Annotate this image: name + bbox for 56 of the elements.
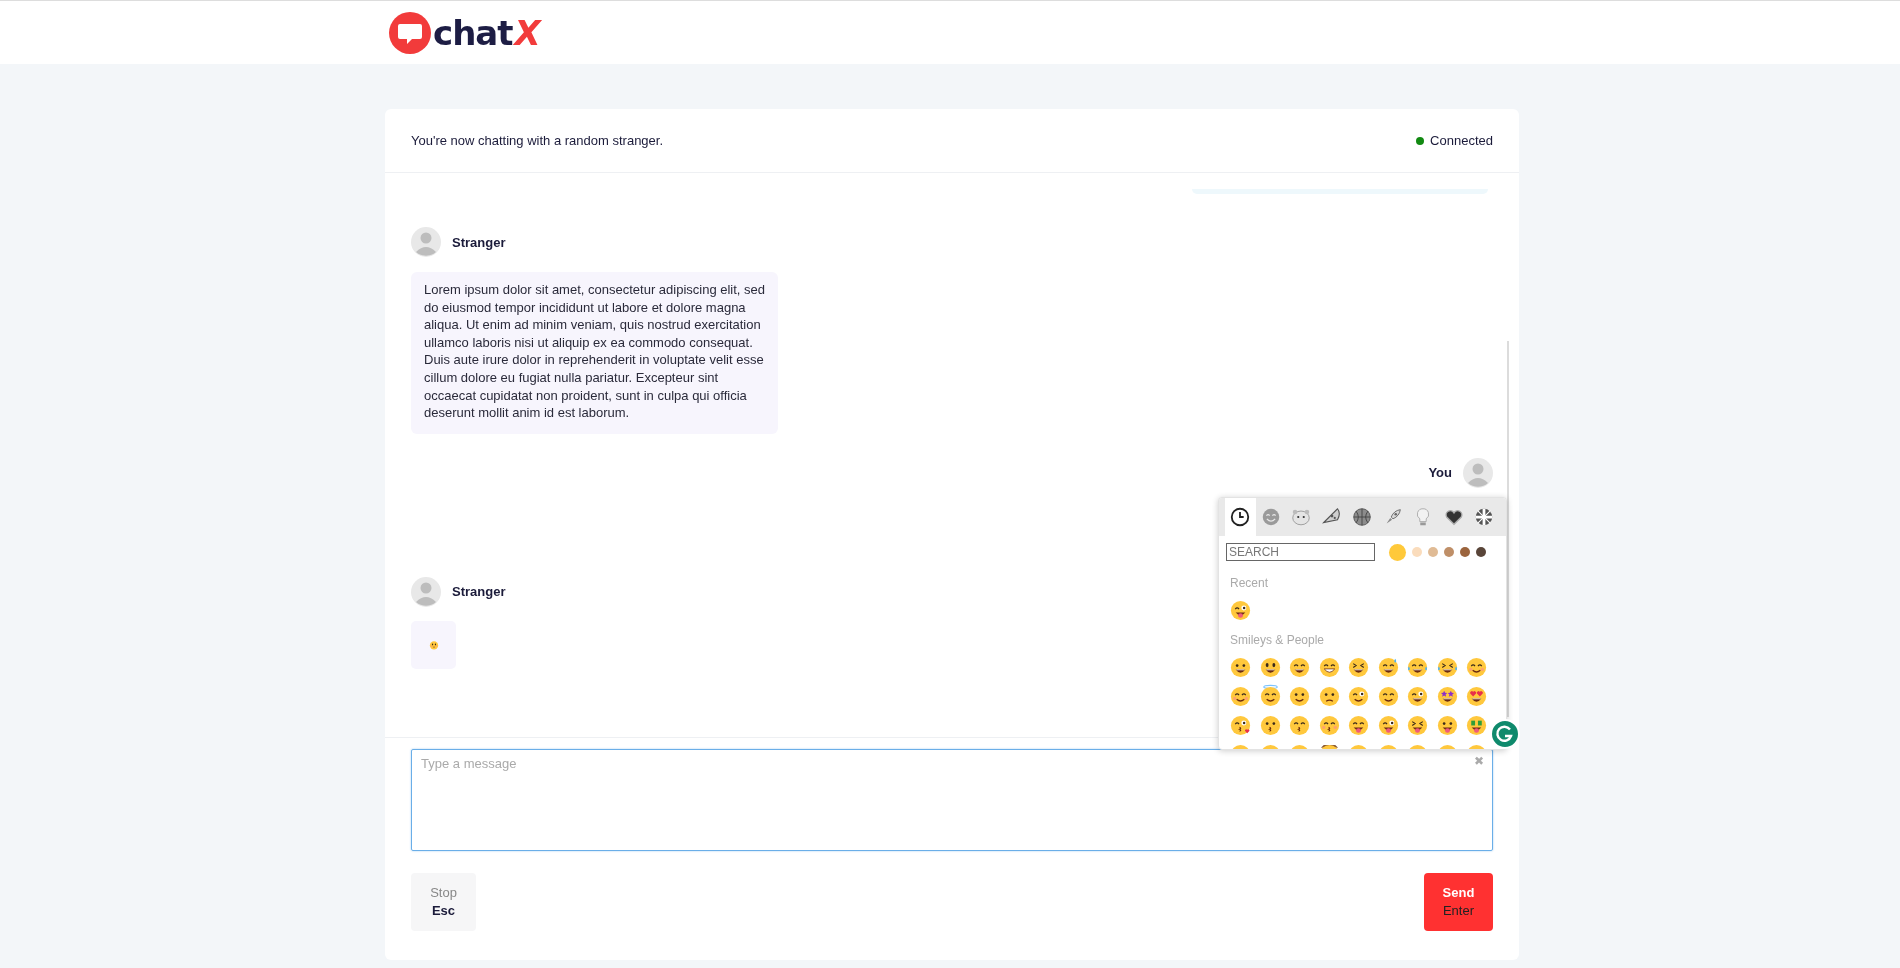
emoji-icon[interactable]: [1435, 655, 1459, 678]
writing-assistant-icon[interactable]: [1490, 719, 1520, 749]
skin-tone-dot[interactable]: [1389, 543, 1406, 561]
sender-name: Stranger: [452, 584, 506, 600]
emoji-icon[interactable]: [1317, 713, 1341, 736]
emoji-icon[interactable]: [1317, 684, 1341, 707]
avatar-icon: [411, 576, 441, 607]
status-label: Connected: [1430, 133, 1493, 148]
emoji-icon[interactable]: [1288, 655, 1312, 678]
clock-icon: [1229, 506, 1252, 528]
section-title: Recent: [1229, 575, 1270, 592]
skin-tone-dot[interactable]: [1428, 547, 1438, 557]
skin-tone-dot[interactable]: [1460, 547, 1470, 557]
skin-tone-dot[interactable]: [1476, 547, 1486, 557]
emoji-icon[interactable]: [1376, 713, 1400, 736]
emoji-icon[interactable]: [1288, 684, 1312, 707]
emoji-icon: [428, 639, 439, 650]
emoji-icon[interactable]: [1229, 655, 1253, 678]
emoji-icon[interactable]: [1258, 684, 1282, 707]
ball-icon: [1351, 506, 1374, 528]
message-input-field[interactable]: Type a message ✖: [411, 749, 1493, 851]
skin-tone-dot[interactable]: [1444, 547, 1454, 557]
clear-button[interactable]: ✖: [1474, 754, 1484, 768]
avatar-icon: [411, 227, 441, 257]
section-title: Smileys & People: [1229, 632, 1326, 649]
emoji-icon[interactable]: [1258, 655, 1282, 678]
logo-text: chat: [433, 12, 513, 53]
message-bubble: Lorem ipsum dolor sit amet, consectetur adipiscing elit, sed do eiusmod tempor incididunt ut labore et dolore magna aliqua. Ut enim ad minim veniam, quis nostrud exercitation ullamco laboris nisi ut aliquip ex ea commodo consequat. Duis aute irure dolor in reprehenderit in voluptate velit esse cillum dolore eu fugiat nulla pariatur. Excepteur sint occaecat cupidatat non proident, sunt in culpa qui officia deserunt mollit anim id est laborum.: [411, 272, 778, 434]
send-button[interactable]: Send Enter: [1424, 873, 1493, 931]
avatar-icon: [1463, 457, 1493, 488]
emoji-icon[interactable]: [1288, 713, 1312, 736]
emoji-icon[interactable]: [1376, 684, 1400, 707]
chat-status-message: You're now chatting with a random stranger.: [411, 133, 664, 148]
emoji-icon[interactable]: [1347, 713, 1371, 736]
emoji-icon[interactable]: [1229, 598, 1253, 621]
search-field[interactable]: SEARCH: [1226, 543, 1375, 561]
emoji-icon[interactable]: [1435, 713, 1459, 736]
emoji-icon[interactable]: [1347, 684, 1371, 707]
emoji-icon[interactable]: [1465, 655, 1489, 678]
emoji-icon[interactable]: [1406, 684, 1430, 707]
emoji-icon[interactable]: [1465, 684, 1489, 707]
emoji-icon[interactable]: [1376, 655, 1400, 678]
emoji-icon[interactable]: [1347, 655, 1371, 678]
skin-tone-dot[interactable]: [1412, 547, 1422, 557]
emoji-icon[interactable]: [1406, 713, 1430, 736]
emoji-icon[interactable]: [1406, 655, 1430, 678]
sender-name: You: [1428, 465, 1452, 481]
emoji-icon[interactable]: [1317, 655, 1341, 678]
emoji-icon[interactable]: [1258, 713, 1282, 736]
scrollbar[interactable]: [1507, 341, 1509, 717]
sender-name: Stranger: [452, 234, 506, 250]
speech-bubble-logo-icon: [389, 11, 431, 54]
stop-button[interactable]: Stop Esc: [411, 873, 476, 931]
emoji-icon[interactable]: [1229, 713, 1253, 736]
emoji-icon[interactable]: [1435, 684, 1459, 707]
emoji-icon[interactable]: [1229, 684, 1253, 707]
